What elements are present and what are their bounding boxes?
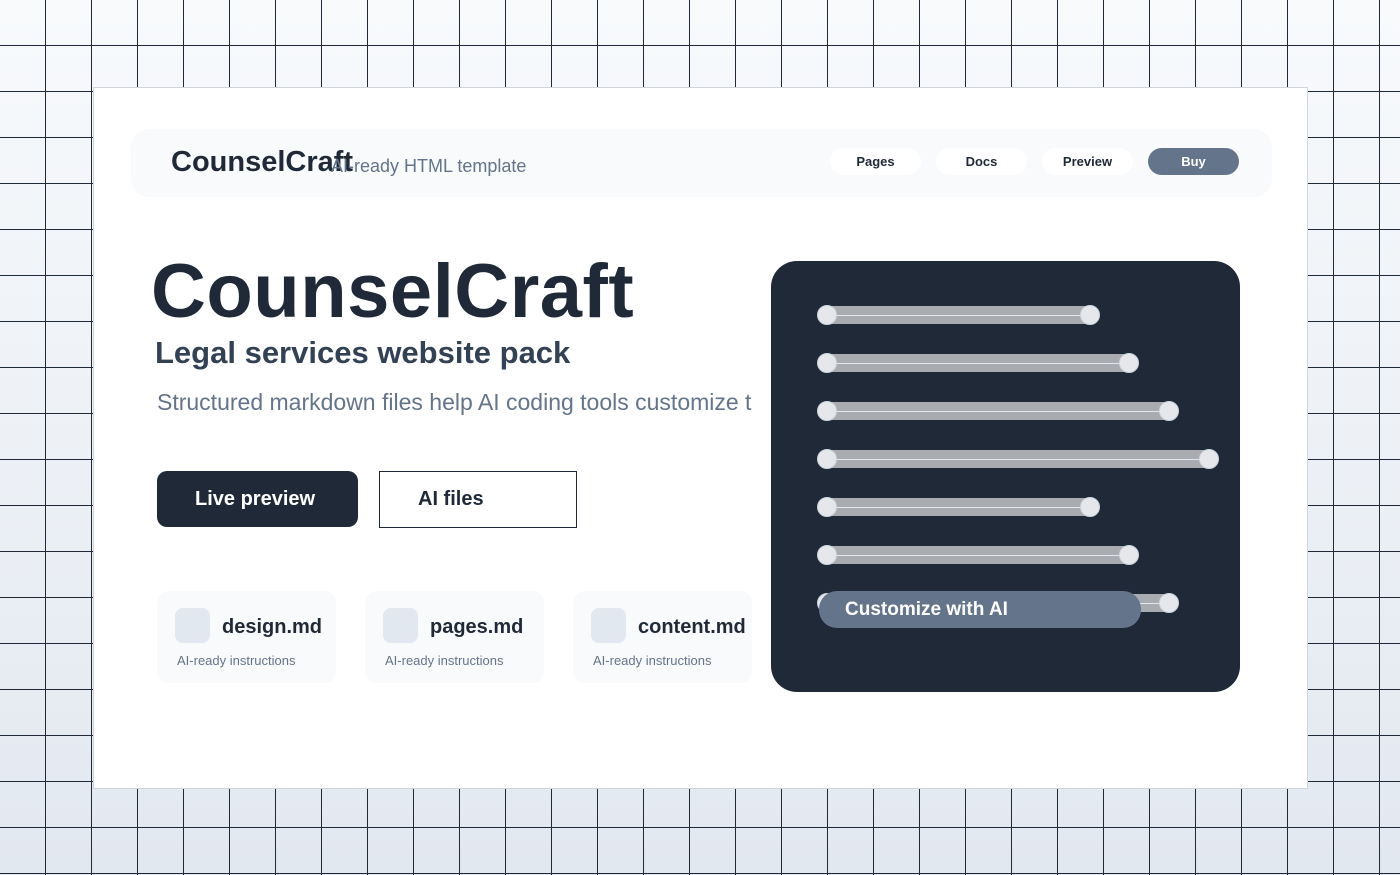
live-preview-button[interactable]: Live preview: [157, 471, 358, 527]
file-card-content[interactable]: content.md AI-ready instructions: [573, 591, 752, 683]
slider-handle-end[interactable]: [1159, 401, 1179, 421]
slider-track: [827, 459, 1209, 460]
file-card-subtitle: AI-ready instructions: [385, 653, 504, 668]
customize-with-ai-button[interactable]: Customize with AI: [819, 591, 1141, 628]
slider-handle-end[interactable]: [1119, 353, 1139, 373]
slider-handle-end[interactable]: [1080, 497, 1100, 517]
nav-docs-button[interactable]: Docs: [936, 148, 1027, 175]
slider-bar[interactable]: [817, 401, 1179, 421]
brand-logo[interactable]: CounselCraft: [171, 146, 353, 179]
file-card-subtitle: AI-ready instructions: [177, 653, 296, 668]
slider-track: [827, 555, 1129, 556]
slider-bar[interactable]: [817, 305, 1100, 325]
customization-panel: Customize with AI: [771, 261, 1240, 692]
ai-files-button[interactable]: AI files: [379, 471, 577, 528]
slider-handle-end[interactable]: [1119, 545, 1139, 565]
hero-description: Structured markdown files help AI coding…: [157, 389, 752, 415]
file-card-title: pages.md: [430, 616, 524, 638]
slider-track: [827, 411, 1169, 412]
nav-links: Pages Docs Preview Buy: [830, 148, 1239, 175]
file-card-title: design.md: [222, 616, 323, 638]
slider-handle-start[interactable]: [817, 353, 837, 373]
file-card-subtitle: AI-ready instructions: [593, 653, 712, 668]
file-icon: [591, 608, 626, 643]
nav-buy-button[interactable]: Buy: [1148, 148, 1239, 175]
slider-handle-start[interactable]: [817, 305, 837, 325]
slider-bar[interactable]: [817, 497, 1100, 517]
slider-handle-start[interactable]: [817, 545, 837, 565]
hero-title: CounselCraft: [151, 249, 635, 334]
nav-pages-button[interactable]: Pages: [830, 148, 921, 175]
file-cards: design.md AI-ready instructions pages.md…: [157, 591, 752, 683]
file-card-pages[interactable]: pages.md AI-ready instructions: [365, 591, 544, 683]
file-icon: [383, 608, 418, 643]
nav-preview-button[interactable]: Preview: [1042, 148, 1133, 175]
page-frame: CounselCraft AI-ready HTML template Page…: [93, 87, 1308, 789]
file-card-title: content.md: [638, 616, 746, 638]
slider-handle-start[interactable]: [817, 497, 837, 517]
slider-handle-end[interactable]: [1199, 449, 1219, 469]
top-navigation-bar: CounselCraft AI-ready HTML template Page…: [131, 129, 1272, 197]
slider-track: [827, 315, 1090, 316]
hero-subtitle: Legal services website pack: [155, 335, 571, 370]
slider-bar[interactable]: [817, 353, 1139, 373]
file-icon: [175, 608, 210, 643]
slider-handle-end[interactable]: [1080, 305, 1100, 325]
slider-track: [827, 507, 1090, 508]
file-card-design[interactable]: design.md AI-ready instructions: [157, 591, 336, 683]
slider-handle-end[interactable]: [1159, 593, 1179, 613]
slider-handle-start[interactable]: [817, 449, 837, 469]
brand-tagline: AI-ready HTML template: [331, 156, 527, 176]
slider-bar[interactable]: [817, 449, 1219, 469]
slider-bar[interactable]: [817, 545, 1139, 565]
slider-handle-start[interactable]: [817, 401, 837, 421]
slider-track: [827, 363, 1129, 364]
